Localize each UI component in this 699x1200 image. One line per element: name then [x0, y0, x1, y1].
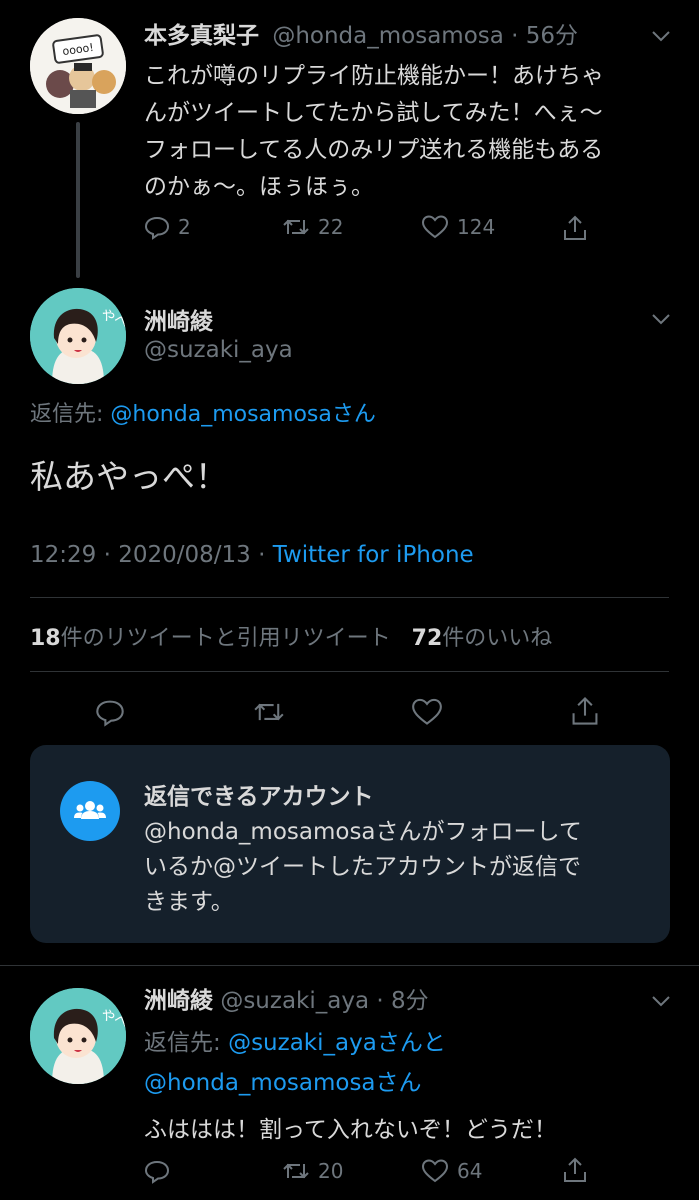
reply-to-suffix: さん: [375, 1070, 422, 1096]
like-count: 64: [457, 1159, 483, 1183]
reply-to-handle[interactable]: @honda_mosamosa: [144, 1070, 376, 1096]
retweet-button[interactable]: 20: [282, 1158, 343, 1184]
card-body: @honda_mosamosaさんがフォローして いるか@ツイートしたアカウント…: [144, 815, 582, 920]
retweet-button[interactable]: 22: [282, 214, 343, 240]
share-icon: [564, 215, 586, 240]
reply-icon: [144, 1160, 170, 1184]
reply-button[interactable]: [144, 1158, 170, 1184]
reply-to-suffix: さん: [331, 402, 376, 427]
like-button[interactable]: [410, 697, 444, 727]
timestamp-line: 12:29 · 2020/08/13 · Twitter for iPhone: [30, 542, 474, 568]
retweet-icon: [283, 219, 309, 235]
card-body-line: きます。: [144, 889, 234, 915]
retweet-stat[interactable]: 18件のリツイートと引用リツイート: [30, 626, 398, 651]
reply-button[interactable]: [94, 697, 126, 727]
retweet-icon: [254, 703, 284, 721]
main-tweet-text: 私あやっぺ！: [30, 457, 228, 496]
main-author-handle[interactable]: @suzaki_aya: [144, 337, 293, 363]
card-body-line: いるか@ツイートしたアカウントが返信で: [144, 854, 581, 880]
text-line: フォローしてる人のみリプ送れる機能もある: [144, 137, 604, 163]
retweet-stat-count: 18: [30, 626, 61, 651]
chevron-down-icon[interactable]: [651, 312, 671, 326]
text-line: のかぁ〜。ほぅほぅ。: [144, 174, 374, 200]
text-line: これが噂のリプライ防止機能かー！あけちゃ: [144, 63, 604, 89]
avatar-honda[interactable]: oooo!: [30, 18, 126, 114]
reply-icon: [96, 700, 124, 727]
card-title: 返信できるアカウント: [144, 784, 374, 810]
thread-line: [76, 122, 80, 278]
retweet-count: 20: [318, 1159, 344, 1183]
author-handle[interactable]: @honda_mosamosa: [272, 23, 504, 49]
tweet-time[interactable]: · 8分: [376, 988, 428, 1014]
reply-to-mid: さんと: [376, 1030, 446, 1056]
share-button[interactable]: [562, 1156, 588, 1184]
like-button[interactable]: 64: [421, 1158, 482, 1184]
author-name[interactable]: 洲崎綾: [144, 988, 213, 1014]
divider: [30, 597, 669, 598]
timestamp[interactable]: 12:29 · 2020/08/13 ·: [30, 542, 273, 568]
like-count: 124: [457, 215, 496, 239]
reply-count: 2: [178, 215, 191, 239]
like-button[interactable]: 124: [421, 214, 495, 240]
avatar-suzaki[interactable]: やぺ: [30, 288, 126, 384]
heart-icon: [421, 1159, 449, 1183]
reply-to-line: 返信先: @honda_mosamosaさん: [30, 396, 376, 428]
tweet-source[interactable]: Twitter for iPhone: [273, 542, 474, 568]
retweet-button[interactable]: [252, 697, 286, 727]
divider: [30, 671, 669, 672]
engagement-stats: 18件のリツイートと引用リツイート 72件のいいね: [30, 620, 552, 652]
avatar-suzaki[interactable]: やぺ: [30, 988, 126, 1084]
reply-button[interactable]: 2: [144, 214, 191, 240]
reply-to-handle[interactable]: @suzaki_aya: [228, 1030, 377, 1056]
tweet-time[interactable]: · 56分: [511, 23, 578, 49]
text-line: んがツイートしてたから試してみた！へぇ〜: [144, 100, 603, 126]
share-button[interactable]: [570, 695, 600, 727]
tweet1-header: 本多真梨子 @honda_mosamosa · 56分: [144, 21, 578, 51]
tweet1-text: これが噂のリプライ防止機能かー！あけちゃ んがツイートしてたから試してみた！へぇ…: [144, 58, 604, 206]
like-stat-count: 72: [411, 626, 443, 651]
reply-to-prefix: 返信先:: [144, 1030, 229, 1056]
retweet-stat-label: 件のリツイートと引用リツイート: [60, 626, 391, 651]
section-divider: [0, 965, 699, 966]
chevron-down-icon[interactable]: [651, 994, 671, 1008]
reply-to-handle[interactable]: @honda_mosamosa: [110, 402, 331, 427]
author-name[interactable]: 本多真梨子: [144, 23, 259, 49]
share-icon: [564, 1157, 586, 1182]
retweet-icon: [283, 1163, 309, 1179]
card-body-line: @honda_mosamosaさんがフォローして: [144, 819, 582, 845]
heart-icon: [412, 698, 442, 725]
tweet3-reply-to: 返信先: @suzaki_ayaさんと @honda_mosamosaさん: [144, 1023, 446, 1103]
chevron-down-icon[interactable]: [651, 29, 671, 43]
reply-icon: [144, 216, 170, 240]
retweet-count: 22: [318, 215, 344, 239]
reply-restriction-card: 返信できるアカウント @honda_mosamosaさんがフォローして いるか@…: [30, 745, 670, 943]
tweet3-header: 洲崎綾 @suzaki_aya · 8分: [144, 986, 429, 1016]
tweet3-text: ふははは！割って入れないぞ！どうだ！: [144, 1117, 557, 1143]
main-author-name[interactable]: 洲崎綾: [144, 302, 213, 336]
reply-to-prefix: 返信先:: [30, 402, 111, 427]
like-stat-label: 件のいいね: [442, 626, 553, 651]
heart-icon: [421, 215, 449, 239]
like-stat[interactable]: 72件のいいね: [412, 626, 553, 651]
share-icon: [572, 696, 598, 725]
people-icon: [60, 781, 120, 841]
share-button[interactable]: [562, 214, 588, 242]
author-handle[interactable]: @suzaki_aya: [220, 988, 369, 1014]
